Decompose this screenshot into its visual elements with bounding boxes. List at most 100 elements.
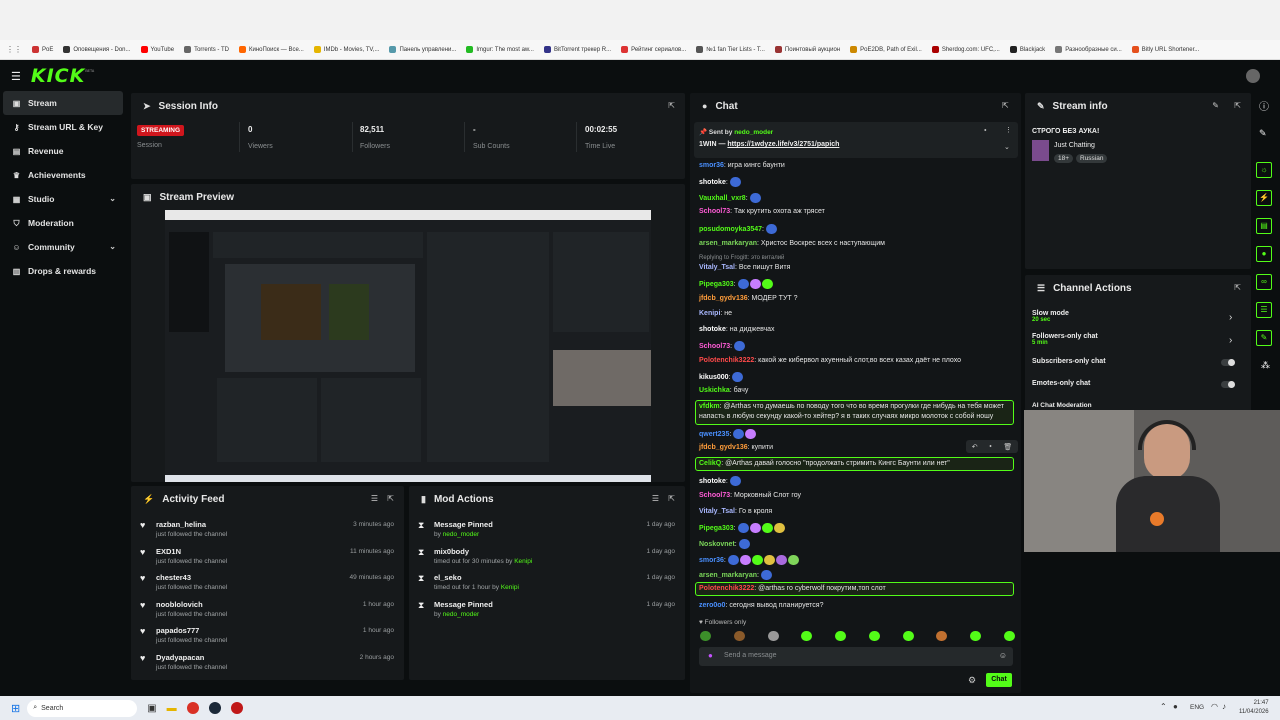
chat-username[interactable]: Pipega303 [699, 281, 734, 288]
chat-username[interactable]: CelikQ [699, 460, 721, 467]
emote-icon[interactable] [835, 631, 847, 641]
emote-icon[interactable] [767, 631, 779, 641]
chat-username[interactable]: Vitaly_Tsal [699, 508, 735, 515]
mod-user[interactable]: Kenipi [501, 584, 519, 591]
chat-username[interactable]: shotoke [699, 179, 726, 186]
explorer-icon[interactable]: ▬ [167, 703, 177, 714]
open-external-icon[interactable]: ⇱ [668, 494, 675, 503]
reply-icon[interactable]: ↶ [972, 443, 978, 451]
bookmark-item[interactable]: Torrents - TD [184, 46, 229, 53]
taskbar-search[interactable]: ⌕ Search [27, 699, 138, 717]
steam-icon[interactable] [208, 702, 221, 714]
pencil-icon[interactable]: ✎ [1259, 128, 1267, 139]
open-external-icon[interactable]: ⇱ [1002, 101, 1009, 110]
rail-doc-button[interactable]: ▤ [1256, 218, 1272, 234]
open-external-icon[interactable]: ⇱ [387, 494, 394, 503]
unpin-icon[interactable]: ⬩ [984, 127, 987, 135]
chevron-right-icon[interactable]: › [1229, 335, 1232, 346]
menu-icon[interactable]: ☰ [11, 70, 21, 83]
chat-username[interactable]: Polotenchik3222 [699, 585, 754, 592]
bookmark-item[interactable]: PoE [32, 46, 53, 53]
open-external-icon[interactable]: ⇱ [668, 101, 675, 110]
rail-list-button[interactable]: ☰ [1256, 302, 1272, 318]
chat-username[interactable]: Polotenchik3222 [699, 357, 754, 364]
emotes-only-toggle[interactable] [1221, 381, 1235, 388]
pinned-by-user[interactable]: nedo_moder [734, 129, 773, 136]
ai-moderation-item[interactable]: AI Chat Moderation [1032, 402, 1092, 409]
chat-username[interactable]: qwert235 [699, 431, 729, 438]
bookmark-item[interactable]: Панель управлени... [389, 46, 456, 53]
wifi-icon[interactable]: ◠ [1211, 702, 1218, 711]
stream-preview-video[interactable] [165, 210, 651, 482]
bookmark-item[interactable]: PoE2DB, Path of Exil... [850, 46, 922, 53]
bookmark-item[interactable]: BitTorrent трекер R... [543, 46, 611, 53]
chat-username[interactable]: School73 [699, 208, 730, 215]
bookmark-item[interactable]: YouTube [140, 46, 174, 53]
chat-username[interactable]: posudomoyka3547 [699, 226, 762, 233]
bookmark-item[interactable]: Blackjack [1009, 46, 1045, 53]
emote-icon[interactable] [733, 631, 745, 641]
subscribers-only-toggle[interactable] [1221, 359, 1235, 366]
user-avatar[interactable] [1246, 69, 1260, 83]
chat-username[interactable]: Vitaly_Tsal [699, 264, 735, 271]
chat-username[interactable]: Pipega303 [699, 525, 734, 532]
chrome-icon[interactable] [186, 702, 199, 714]
chat-username[interactable]: arsen_markaryan [699, 240, 757, 247]
emote-icon[interactable] [936, 631, 948, 641]
emote-icon[interactable] [868, 631, 880, 641]
emote-icon[interactable] [970, 631, 982, 641]
edit-icon[interactable]: ✎ [1212, 101, 1219, 110]
chat-username[interactable]: smor36 [699, 557, 724, 564]
chat-username[interactable]: jfdcb_gydv136 [699, 295, 748, 302]
bookmark-item[interactable]: Оповещения - Don... [63, 46, 131, 53]
mod-user[interactable]: nedo_moder [443, 531, 480, 538]
chat-username[interactable]: kikus000 [699, 374, 729, 381]
category-thumbnail[interactable] [1032, 140, 1049, 161]
chat-username[interactable]: School73 [699, 343, 730, 350]
bookmark-item[interactable]: КиноПоиск — Все... [239, 46, 304, 53]
chat-send-button[interactable]: Chat [986, 673, 1012, 687]
chat-username[interactable]: Uskichka [699, 387, 730, 394]
windows-start-icon[interactable]: ⊞ [11, 702, 20, 715]
bookmark-item[interactable]: Imgur: The most aw... [466, 46, 534, 53]
rail-link-button[interactable]: ∞ [1256, 274, 1272, 290]
bookmark-item[interactable]: Sherdog.com: UFC,... [931, 46, 1000, 53]
chat-username[interactable]: School73 [699, 492, 730, 499]
mod-user[interactable]: Kenipi [514, 558, 532, 565]
rail-wrench-button[interactable]: ✎ [1256, 330, 1272, 346]
language-indicator[interactable]: ENG [1190, 704, 1204, 711]
bookmark-item[interactable]: IMDb - Movies, TV,... [313, 46, 379, 53]
mod-user[interactable]: nedo_moder [443, 611, 480, 618]
task-view-icon[interactable]: ▣ [147, 703, 156, 714]
chat-username[interactable]: Vauxhall_vxr8 [699, 195, 746, 202]
chat-username[interactable]: Noskovnet [699, 541, 735, 548]
more-options-icon[interactable]: ⋮ [1005, 126, 1012, 134]
sidebar-item-studio[interactable]: ▦ Studio ⌄ [0, 187, 126, 211]
sidebar-item-community[interactable]: ☺ Community ⌄ [0, 235, 126, 259]
bookmark-item[interactable]: Bitly URL Shortener... [1131, 46, 1199, 53]
info-icon[interactable]: ⓘ [1259, 98, 1269, 113]
chat-username[interactable]: vfdkm [699, 403, 720, 410]
open-external-icon[interactable]: ⇱ [1234, 101, 1241, 110]
rail-tool-button[interactable]: ☼ [1256, 162, 1272, 178]
pin-icon[interactable]: ⬩ [989, 443, 992, 451]
delete-icon[interactable]: 🗑 [1003, 443, 1012, 451]
sidebar-item-achievements[interactable]: ♛ Achievements [0, 163, 126, 187]
tray-mic-icon[interactable]: ● [1173, 702, 1178, 711]
chat-username[interactable]: shotoke [699, 478, 726, 485]
chat-username[interactable]: zero0o0 [699, 602, 725, 609]
rail-chat-button[interactable]: ● [1256, 246, 1272, 262]
chat-username[interactable]: smor36 [699, 162, 724, 169]
sidebar-item-revenue[interactable]: ▤ Revenue [0, 139, 126, 163]
pinned-link[interactable]: https://1wdyze.life/v3/2751/papich [727, 141, 839, 148]
bookmark-item[interactable]: Рейтинг сериалов... [621, 46, 686, 53]
tray-up-icon[interactable]: ⌃ [1160, 702, 1167, 711]
sidebar-item-drops[interactable]: ▥ Drops & rewards [0, 259, 126, 283]
obs-icon[interactable] [230, 702, 243, 714]
filter-icon[interactable]: ☰ [652, 494, 659, 503]
open-external-icon[interactable]: ⇱ [1234, 283, 1241, 292]
sidebar-item-stream-url[interactable]: ⚷ Stream URL & Key [0, 115, 126, 139]
filter-icon[interactable]: ☰ [371, 494, 378, 503]
emoji-icon[interactable]: ☺ [999, 651, 1007, 660]
volume-icon[interactable]: ♪ [1222, 702, 1226, 711]
